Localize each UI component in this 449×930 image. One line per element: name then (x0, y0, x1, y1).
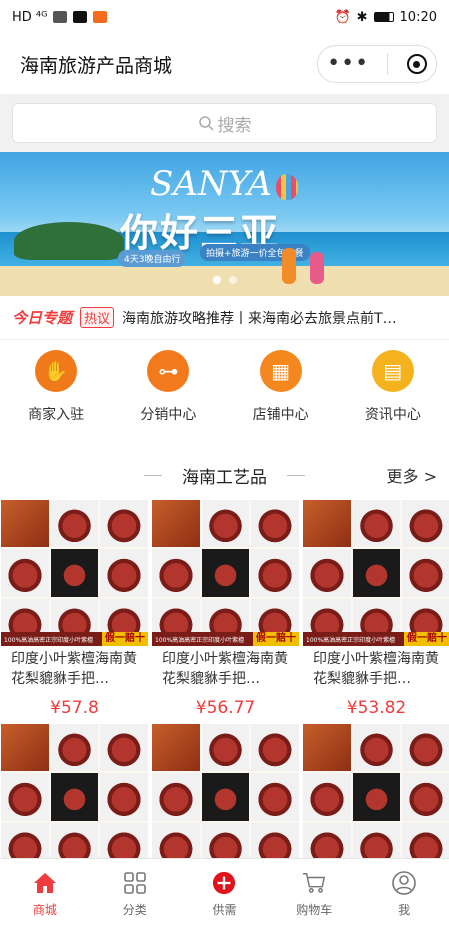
section-title: 海南工艺品 (182, 467, 267, 488)
badge-left-text: 100%高油高密正宗印度小叶紫檀 (4, 636, 94, 644)
search-icon (198, 116, 214, 131)
more-icon[interactable]: ••• (327, 53, 369, 75)
network-icon: ⊶ (147, 350, 190, 392)
quick-item-news[interactable]: ▤ 资讯中心 (337, 350, 449, 450)
status-right: ⏰ ✱ 10:20 (334, 10, 437, 25)
home-icon (33, 871, 57, 895)
product-card[interactable]: 100%高油高密正宗印度小叶紫檀 假一赔十 印度小叶紫檀海南黄花梨貔貅手把… ¥… (152, 500, 299, 724)
news-tag: 热议 (80, 307, 115, 328)
badge-left-text: 100%高油高密正宗印度小叶紫檀 (306, 636, 396, 644)
nav-bar: 海南旅游产品商城 ••• (0, 34, 449, 94)
bluetooth-icon: ✱ (356, 9, 368, 25)
tab-label: 购物车 (296, 903, 333, 917)
product-price: ¥56.77 (195, 698, 256, 718)
grid-icon (123, 871, 147, 895)
product-badge-strip: 100%高油高密正宗印度小叶紫檀 假一赔十 (1, 632, 148, 646)
page-title: 海南旅游产品商城 (20, 54, 173, 77)
news-headline[interactable]: 海南旅游攻略推荐丨来海南必去旅景点前T… (122, 308, 437, 328)
plus-circle-icon (212, 871, 236, 895)
quick-label: 分销中心 (140, 407, 197, 423)
battery-icon (373, 12, 394, 22)
tab-me[interactable]: 我 (359, 859, 449, 930)
miniapp-capsule: ••• (317, 45, 437, 83)
product-title: 印度小叶紫檀海南黄花梨貔貅手把… (162, 651, 288, 687)
handshake-icon: ✋ (35, 350, 78, 392)
divider-line (287, 474, 305, 476)
section-header: 海南工艺品 更多 > (0, 450, 449, 500)
product-price: ¥57.8 (50, 698, 99, 718)
product-card[interactable]: 100%高油高密正宗印度小叶紫檀 假一赔十 印度小叶紫檀海南黄花梨貔貅手把… ¥… (1, 500, 148, 724)
product-image (303, 724, 449, 860)
tab-category[interactable]: 分类 (90, 859, 180, 930)
product-image: 100%高油高密正宗印度小叶紫檀 假一赔十 (1, 500, 148, 646)
store-icon: ▦ (259, 350, 302, 392)
product-price: ¥53.82 (346, 698, 407, 718)
alarm-icon: ⏰ (334, 9, 351, 25)
search-placeholder: 搜索 (217, 115, 252, 136)
banner-hello-text: SANYA (150, 164, 272, 204)
status-left: HD ⁴ᴳ (12, 9, 108, 25)
product-title: 印度小叶紫檀海南黄花梨貔貅手把… (313, 651, 439, 687)
banner-sub-tag-1: 4天3晚自由行 (118, 250, 187, 267)
product-card[interactable] (303, 724, 449, 860)
product-card[interactable]: 100%高油高密正宗印度小叶紫檀 假一赔十 印度小叶紫檀海南黄花梨貔貅手把… ¥… (303, 500, 449, 724)
search-area: 搜索 (0, 94, 449, 152)
pagination-dot[interactable] (228, 276, 237, 284)
promo-banner[interactable]: SANYA 你好三亚 4天3晚自由行 拍摄+旅游一价全包套餐 (0, 152, 449, 296)
divider-line (144, 474, 162, 476)
app-icon (93, 11, 108, 23)
product-image: 100%高油高密正宗印度小叶紫檀 假一赔十 (303, 500, 449, 646)
section-title-wrap: 海南工艺品 (144, 463, 305, 488)
user-icon (392, 871, 416, 895)
quick-item-store[interactable]: ▦ 店铺中心 (225, 350, 337, 450)
quick-item-merchant[interactable]: ✋ 商家入驻 (0, 350, 112, 450)
capsule-divider (387, 53, 389, 75)
product-badge-strip: 100%高油高密正宗印度小叶紫檀 假一赔十 (152, 632, 299, 646)
product-card[interactable] (1, 724, 148, 860)
quick-label: 资讯中心 (364, 407, 421, 423)
product-grid: 100%高油高密正宗印度小叶紫檀 假一赔十 印度小叶紫檀海南黄花梨貔貅手把… ¥… (0, 500, 449, 724)
tab-supply-demand[interactable]: 供需 (180, 859, 270, 930)
more-link[interactable]: 更多 > (387, 463, 438, 487)
product-image (152, 724, 299, 860)
banner-pagination (0, 276, 449, 284)
product-image: 100%高油高密正宗印度小叶紫檀 假一赔十 (152, 500, 299, 646)
quick-label: 商家入驻 (28, 407, 85, 423)
tab-cart[interactable]: 购物车 (269, 859, 359, 930)
badge-guarantee: 假一赔十 (404, 632, 449, 646)
tab-label: 我 (398, 903, 411, 917)
pagination-dot-active[interactable] (212, 276, 221, 284)
badge-guarantee: 假一赔十 (102, 632, 148, 646)
bottom-tab-bar: 商城 分类 供需 购物车 我 (0, 858, 449, 930)
hot-air-balloon-icon (276, 174, 298, 200)
badge-guarantee: 假一赔十 (253, 632, 299, 646)
network-indicator: HD ⁴ᴳ (12, 9, 48, 25)
close-target-icon[interactable] (406, 54, 427, 74)
badge-left-text: 100%高油高密正宗印度小叶紫檀 (155, 636, 245, 644)
product-grid-row-2 (0, 724, 449, 860)
news-ticker[interactable]: 今日专题 热议 海南旅游攻略推荐丨来海南必去旅景点前T… (0, 296, 449, 340)
quick-label: 店铺中心 (252, 407, 309, 423)
banner-island (14, 222, 124, 260)
status-bar: HD ⁴ᴳ ⏰ ✱ 10:20 (0, 0, 449, 34)
product-badge-strip: 100%高油高密正宗印度小叶紫檀 假一赔十 (303, 632, 449, 646)
quick-item-distribution[interactable]: ⊶ 分销中心 (112, 350, 224, 450)
tab-mall[interactable]: 商城 (0, 859, 90, 930)
product-card[interactable] (152, 724, 299, 860)
tab-label: 供需 (212, 903, 237, 917)
tab-label: 分类 (122, 903, 147, 917)
product-image (1, 724, 148, 860)
document-icon: ▤ (371, 350, 414, 392)
news-logo: 今日专题 (12, 309, 73, 327)
product-title: 印度小叶紫檀海南黄花梨貔貅手把… (11, 651, 137, 687)
quick-menu: ✋ 商家入驻 ⊶ 分销中心 ▦ 店铺中心 ▤ 资讯中心 (0, 340, 449, 450)
cart-icon (302, 871, 326, 895)
search-input[interactable]: 搜索 (12, 103, 437, 143)
clock: 10:20 (399, 9, 437, 25)
notification-icon (53, 11, 68, 23)
tiktok-icon (73, 11, 88, 23)
tab-label: 商城 (32, 903, 57, 917)
